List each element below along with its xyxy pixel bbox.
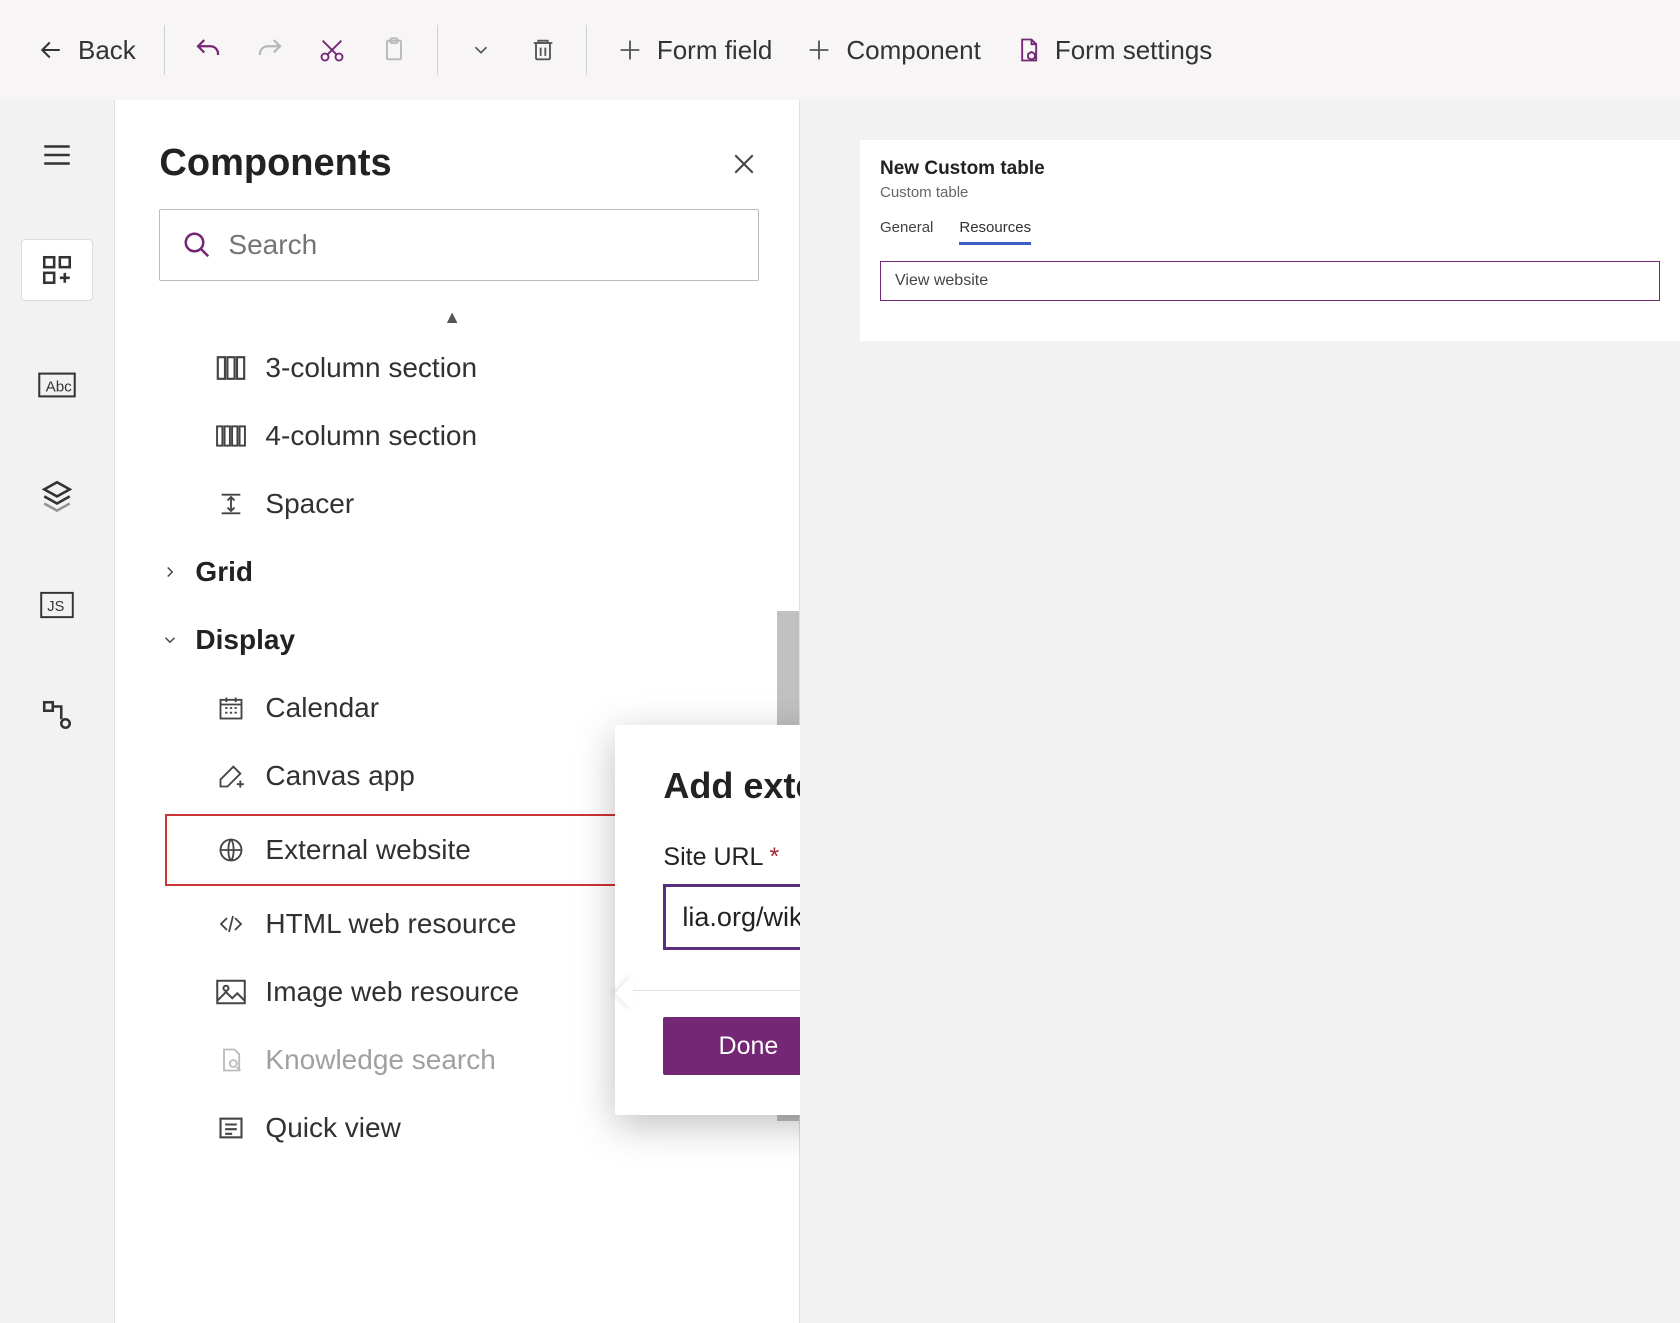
required-asterisk: * xyxy=(769,843,779,871)
tree-label: Quick view xyxy=(265,1112,400,1144)
cut-icon xyxy=(317,35,347,65)
rail-components-button[interactable] xyxy=(22,240,92,300)
form-settings-button[interactable]: Form settings xyxy=(997,20,1229,80)
code-icon xyxy=(215,908,247,940)
search-icon xyxy=(182,230,212,260)
search-wrap xyxy=(115,209,799,301)
tree-label: Image web resource xyxy=(265,976,519,1008)
list-icon xyxy=(215,1112,247,1144)
cut-button[interactable] xyxy=(301,20,363,80)
image-icon xyxy=(215,976,247,1008)
left-nav-rail: Abc JS xyxy=(0,100,115,1323)
form-subtitle: Custom table xyxy=(880,184,1660,201)
spacer-icon xyxy=(215,488,247,520)
plus-icon xyxy=(804,35,834,65)
component-label: Component xyxy=(846,35,980,66)
divider xyxy=(586,25,587,75)
panel-close-button[interactable] xyxy=(729,149,759,179)
tab-general[interactable]: General xyxy=(880,219,933,245)
chevron-down-icon xyxy=(466,35,496,65)
divider xyxy=(437,25,438,75)
tree-label: HTML web resource xyxy=(265,908,516,940)
chevron-right-icon xyxy=(159,561,181,583)
tree-label: Calendar xyxy=(265,692,379,724)
main-area: Abc JS Components ▲ xyxy=(0,100,1680,1323)
globe-icon xyxy=(215,834,247,866)
redo-button[interactable] xyxy=(239,20,301,80)
form-tabs: General Resources xyxy=(880,219,1660,245)
tree-label: Knowledge search xyxy=(265,1044,495,1076)
add-form-field-button[interactable]: Form field xyxy=(599,20,789,80)
divider xyxy=(164,25,165,75)
tree-group-label: Display xyxy=(195,624,295,656)
back-button[interactable]: Back xyxy=(20,20,152,80)
tree-label: External website xyxy=(265,834,470,866)
rail-js-button[interactable]: JS xyxy=(27,580,87,630)
undo-icon xyxy=(193,35,223,65)
search-box[interactable] xyxy=(159,209,759,281)
top-toolbar: Back Form field xyxy=(0,0,1680,100)
tree-label: 3-column section xyxy=(265,352,477,384)
panel-title: Components xyxy=(159,142,391,185)
plus-icon xyxy=(615,35,645,65)
components-panel: Components ▲ 3-column section 4-column s… xyxy=(115,100,800,1323)
form-surface[interactable]: New Custom table Custom table General Re… xyxy=(860,140,1680,341)
chevron-down-icon xyxy=(159,629,181,651)
calendar-icon xyxy=(215,692,247,724)
undo-button[interactable] xyxy=(177,20,239,80)
tree-item-4col[interactable]: 4-column section xyxy=(115,402,789,470)
paste-button[interactable] xyxy=(363,20,425,80)
tree-item-spacer[interactable]: Spacer xyxy=(115,470,789,538)
rail-fields-button[interactable]: Abc xyxy=(27,360,87,410)
tree-item-3col[interactable]: 3-column section xyxy=(115,334,789,402)
tree-group-display[interactable]: Display xyxy=(115,606,789,674)
tree-group-label: Grid xyxy=(195,556,253,588)
svg-text:JS: JS xyxy=(47,599,64,615)
form-field-label: Form field xyxy=(657,35,773,66)
rail-tree-button[interactable] xyxy=(27,470,87,520)
tree-label: Canvas app xyxy=(265,760,414,792)
columns-4-icon xyxy=(215,420,247,452)
svg-text:Abc: Abc xyxy=(46,378,73,395)
pencil-plus-icon xyxy=(215,760,247,792)
tree-label: Spacer xyxy=(265,488,354,520)
redo-icon xyxy=(255,35,285,65)
add-component-button[interactable]: Component xyxy=(788,20,996,80)
panel-header: Components xyxy=(115,100,799,209)
paste-dropdown-button[interactable] xyxy=(450,20,512,80)
arrow-left-icon xyxy=(36,35,66,65)
tree-group-grid[interactable]: Grid xyxy=(115,538,789,606)
tab-resources[interactable]: Resources xyxy=(959,219,1031,245)
scroll-up-arrow[interactable]: ▲ xyxy=(115,301,789,334)
delete-button[interactable] xyxy=(512,20,574,80)
form-settings-label: Form settings xyxy=(1055,35,1213,66)
search-input[interactable] xyxy=(228,229,736,261)
rail-flow-button[interactable] xyxy=(27,690,87,740)
section-view-website[interactable]: View website xyxy=(880,261,1660,301)
back-label: Back xyxy=(78,35,136,66)
paste-icon xyxy=(379,35,409,65)
tree-label: 4-column section xyxy=(265,420,477,452)
hamburger-button[interactable] xyxy=(27,130,87,180)
form-canvas: New Custom table Custom table General Re… xyxy=(800,100,1680,1323)
trash-icon xyxy=(528,35,558,65)
document-gear-icon xyxy=(1013,35,1043,65)
doc-search-icon xyxy=(215,1044,247,1076)
columns-3-icon xyxy=(215,352,247,384)
form-title: New Custom table xyxy=(880,158,1660,180)
